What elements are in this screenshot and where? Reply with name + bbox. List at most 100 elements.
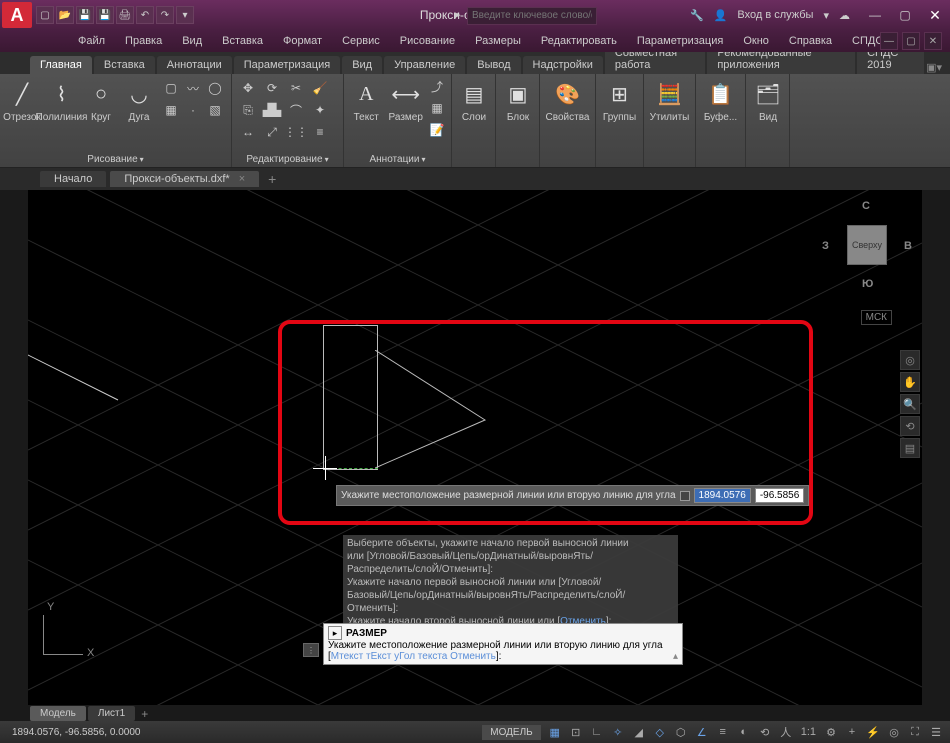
nav-pan-icon[interactable]: ✋ (900, 372, 920, 392)
menu-help[interactable]: Справка (781, 33, 840, 49)
file-tab-add-button[interactable]: + (263, 170, 281, 188)
erase-icon[interactable]: 🧹 (310, 78, 330, 98)
dynamic-y-input[interactable]: -96.5856 (755, 488, 804, 503)
minimize-button[interactable]: — (860, 1, 890, 29)
table-icon[interactable]: ▦ (427, 98, 447, 118)
copy-icon[interactable]: ⎘ (238, 100, 258, 120)
viewcube-east[interactable]: В (904, 240, 912, 252)
nav-showmotion-icon[interactable]: ▤ (900, 438, 920, 458)
cmd-opt-cancel[interactable]: Отменить (450, 651, 496, 662)
move-icon[interactable]: ✥ (238, 78, 258, 98)
qat-plot-icon[interactable]: 🖨 (116, 6, 134, 24)
mirror-icon[interactable]: ▟▙ (262, 100, 282, 120)
selection-cycling-icon[interactable]: ⟲ (755, 723, 775, 741)
file-tab-current[interactable]: Прокси-объекты.dxf* × (110, 171, 259, 187)
layout-tab-model[interactable]: Модель (30, 706, 86, 721)
cmd-line-handle[interactable]: ⋮ (303, 643, 319, 657)
tab-addins[interactable]: Надстройки (523, 56, 603, 74)
close-button[interactable]: ✕ (920, 1, 950, 29)
qat-save-icon[interactable]: 💾 (76, 6, 94, 24)
rect-icon[interactable]: ▢ (161, 78, 181, 98)
file-tab-start[interactable]: Начало (40, 171, 106, 187)
ribbon-collapse-icon[interactable]: ▣▾ (926, 61, 942, 74)
fillet-icon[interactable]: ⌒ (286, 100, 306, 120)
tab-view[interactable]: Вид (342, 56, 382, 74)
command-line[interactable]: ▸ РАЗМЕР Укажите местоположение размерно… (323, 623, 683, 665)
stretch-icon[interactable]: ↔ (238, 122, 258, 142)
menu-edit[interactable]: Правка (117, 33, 170, 49)
status-coordinates[interactable]: 1894.0576, -96.5856, 0.0000 (4, 727, 148, 738)
explode-icon[interactable]: ✦ (310, 100, 330, 120)
menu-tools[interactable]: Сервис (334, 33, 388, 49)
grid-toggle-icon[interactable]: ▦ (545, 723, 565, 741)
block-button[interactable]: ▣ Блок (500, 76, 536, 125)
menu-parametric[interactable]: Параметризация (629, 33, 731, 49)
app-logo[interactable]: A (2, 2, 32, 28)
nav-wheel-icon[interactable]: ◎ (900, 350, 920, 370)
groups-button[interactable]: ⊞ Группы (600, 76, 639, 125)
mtext-icon[interactable]: 📝 (427, 120, 447, 140)
isodraft-toggle-icon[interactable]: ◢ (629, 723, 649, 741)
workspace-icon[interactable]: ⚙ (821, 723, 841, 741)
clean-screen-icon[interactable]: ⛶ (905, 723, 925, 741)
polar-toggle-icon[interactable]: ✧ (608, 723, 628, 741)
ortho-toggle-icon[interactable]: ∟ (587, 723, 607, 741)
cmd-dropdown-icon[interactable]: ▴ (673, 651, 678, 662)
viewcube-north[interactable]: С (862, 200, 870, 212)
doc-restore-button[interactable]: ▢ (902, 32, 920, 50)
status-model-button[interactable]: МОДЕЛЬ (482, 725, 540, 740)
search-input[interactable] (467, 7, 597, 25)
exchange-icon[interactable]: ☁ (839, 9, 850, 22)
osnap-toggle-icon[interactable]: ◇ (650, 723, 670, 741)
menu-insert[interactable]: Вставка (214, 33, 271, 49)
infocenter-icon[interactable]: 🔧 (690, 9, 704, 22)
panel-modify-title[interactable]: Редактирование▾ (232, 154, 343, 165)
panel-annotation-title[interactable]: Аннотации▾ (344, 154, 451, 165)
menu-file[interactable]: Файл (70, 33, 113, 49)
polyline-button[interactable]: ⌇ Полилиния (42, 76, 81, 125)
cmd-opt-text[interactable]: тЕкст (366, 651, 391, 662)
maximize-button[interactable]: ▢ (890, 1, 920, 29)
trim-icon[interactable]: ✂ (286, 78, 306, 98)
menu-draw[interactable]: Рисование (392, 33, 463, 49)
dynamic-x-input[interactable]: 1894.0576 (694, 488, 751, 503)
tab-parametric[interactable]: Параметризация (234, 56, 340, 74)
arc-button[interactable]: ◡ Дуга (121, 76, 157, 125)
menu-dimension[interactable]: Размеры (467, 33, 529, 49)
login-dropdown-icon[interactable]: ▾ (823, 9, 829, 22)
menu-format[interactable]: Формат (275, 33, 330, 49)
tab-home[interactable]: Главная (30, 56, 92, 74)
menu-window[interactable]: Окно (735, 33, 777, 49)
qat-new-icon[interactable]: ▢ (36, 6, 54, 24)
doc-minimize-button[interactable]: — (880, 32, 898, 50)
hatch-icon[interactable]: ▦ (161, 100, 181, 120)
leader-icon[interactable]: ⤴ (427, 76, 447, 96)
doc-close-button[interactable]: ✕ (924, 32, 942, 50)
nav-zoom-icon[interactable]: 🔍 (900, 394, 920, 414)
login-label[interactable]: Вход в службы (737, 9, 813, 21)
login-icon[interactable]: 👤 (714, 9, 728, 22)
point-icon[interactable]: · (183, 100, 203, 120)
layout-tab-add-button[interactable]: + (137, 707, 152, 721)
dimension-button[interactable]: ⟷ Размер (386, 76, 425, 125)
drawing-canvas[interactable]: С З В Ю Сверху МСК ◎ ✋ 🔍 ⟲ ▤ Укажите мес… (28, 190, 922, 705)
tab-manage[interactable]: Управление (384, 56, 465, 74)
offset-icon[interactable]: ≡ (310, 122, 330, 142)
otrack-toggle-icon[interactable]: ∠ (692, 723, 712, 741)
annoscale-icon[interactable]: 人 (776, 723, 796, 741)
qat-dropdown-icon[interactable]: ▾ (176, 6, 194, 24)
region-icon[interactable]: ▧ (205, 100, 225, 120)
menu-view[interactable]: Вид (174, 33, 210, 49)
customize-icon[interactable]: ☰ (926, 723, 946, 741)
utilities-button[interactable]: 🧮 Утилиты (648, 76, 691, 125)
transparency-toggle-icon[interactable]: ◐ (734, 723, 754, 741)
qat-saveas-icon[interactable]: 💾 (96, 6, 114, 24)
lineweight-toggle-icon[interactable]: ≡ (713, 723, 733, 741)
wcs-label[interactable]: МСК (861, 310, 892, 325)
annotation-monitor-icon[interactable]: + (842, 723, 862, 741)
snap-toggle-icon[interactable]: ⊡ (566, 723, 586, 741)
isolate-icon[interactable]: ◎ (884, 723, 904, 741)
array-icon[interactable]: ⋮⋮ (286, 122, 306, 142)
cmd-opt-mtext[interactable]: Мтекст (331, 651, 363, 662)
view-cube[interactable]: С З В Ю Сверху (822, 200, 912, 290)
